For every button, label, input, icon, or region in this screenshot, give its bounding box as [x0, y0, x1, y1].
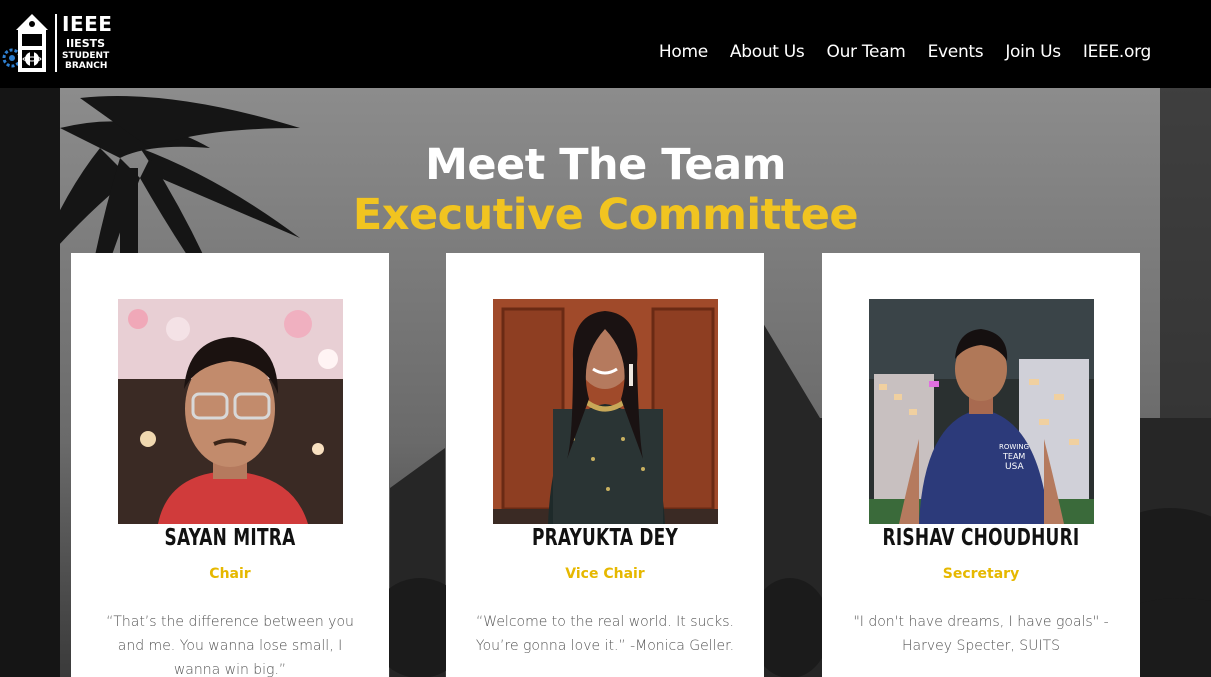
logo-text-student: STUDENT — [62, 51, 110, 61]
svg-text:ROWING: ROWING — [999, 443, 1029, 451]
member-name: PRAYUKTA DEY — [531, 525, 679, 551]
logo-divider — [55, 14, 57, 72]
member-card: PRAYUKTA DEY Vice Chair “Welcome to the … — [446, 253, 764, 677]
logo-text-branch: BRANCH — [65, 61, 108, 71]
member-photo — [493, 299, 718, 524]
nav-events[interactable]: Events — [928, 42, 984, 62]
member-card: SAYAN MITRA Chair “That’s the difference… — [71, 253, 389, 677]
member-role: Chair — [209, 566, 251, 582]
nav-join-us[interactable]: Join Us — [1005, 42, 1061, 62]
svg-text:TEAM: TEAM — [1002, 452, 1025, 461]
member-name: RISHAV CHOUDHURI — [882, 525, 1080, 551]
member-quote: "I don't have dreams, I have goals" -Har… — [853, 614, 1109, 654]
main-nav: Home About Us Our Team Events Join Us IE… — [637, 42, 1151, 62]
site-header: IEEE IIESTS STUDENT BRANCH Home About Us… — [0, 0, 1211, 88]
nav-home[interactable]: Home — [659, 42, 708, 62]
logo-text-ieee: IEEE — [62, 12, 113, 36]
ieee-iiests-logo-icon — [2, 14, 48, 72]
member-photo — [118, 299, 343, 524]
logo-text-iiests: IIESTS — [66, 37, 106, 50]
hero-title: Meet The Team — [425, 140, 786, 190]
nav-ieee-org[interactable]: IEEE.org — [1083, 42, 1151, 62]
member-quote: “Welcome to the real world. It sucks. Yo… — [475, 614, 735, 654]
member-card: ROWING TEAM USA RISHAV CHOUDHURI Secreta… — [822, 253, 1140, 677]
svg-text:USA: USA — [1005, 462, 1024, 472]
page: IEEE IIESTS STUDENT BRANCH Home About Us… — [0, 0, 1211, 677]
member-quote: “That’s the difference between you and m… — [106, 614, 354, 677]
nav-about-us[interactable]: About Us — [730, 42, 805, 62]
nav-our-team[interactable]: Our Team — [826, 42, 905, 62]
member-name: SAYAN MITRA — [164, 525, 296, 551]
hero-subtitle: Executive Committee — [352, 190, 859, 240]
member-photo: ROWING TEAM USA — [869, 299, 1094, 524]
member-role: Secretary — [942, 566, 1020, 582]
member-role: Vice Chair — [565, 566, 645, 582]
site-logo[interactable]: IEEE IIESTS STUDENT BRANCH — [2, 12, 114, 74]
